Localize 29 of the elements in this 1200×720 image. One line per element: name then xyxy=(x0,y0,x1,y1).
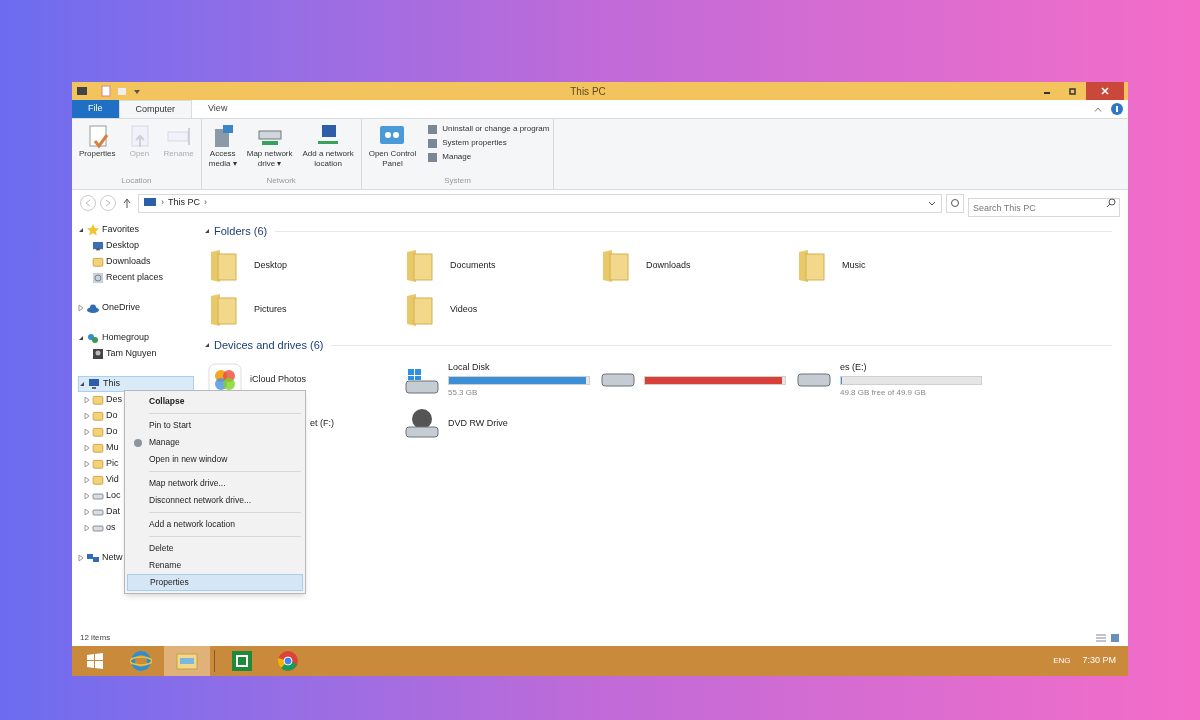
tree-label: Desktop xyxy=(106,239,140,253)
tree-label: Netw xyxy=(102,551,123,565)
tree-label: Do xyxy=(106,409,118,423)
language-indicator: ENG xyxy=(1053,655,1071,667)
drive-detail: 49.8 GB free of 49.9 GB xyxy=(840,387,927,400)
section-heading: Folders (6) xyxy=(214,223,268,239)
group-label: Location xyxy=(120,175,153,187)
tree-label: This xyxy=(103,377,120,391)
tree-label: Loc xyxy=(106,489,121,503)
status-text: 12 items xyxy=(80,632,111,644)
tree-label: Recent places xyxy=(106,271,164,285)
section-heading: Devices and drives (6) xyxy=(214,337,324,353)
tree-label: Do xyxy=(106,425,118,439)
tree-label: Downloads xyxy=(106,255,151,269)
group-label: Network xyxy=(265,175,297,187)
tree-label: Tam Nguyen xyxy=(106,347,157,361)
tree-label: Vid xyxy=(106,473,119,487)
window-title: This PC xyxy=(569,84,607,99)
tree-label: Favorites xyxy=(102,223,139,237)
tree-label: Mu xyxy=(106,441,119,455)
tree-label: Dat xyxy=(106,505,120,519)
clock-time: 7:30 PM xyxy=(1082,654,1116,668)
tree-label: OneDrive xyxy=(102,301,140,315)
drive-detail: 55.3 GB xyxy=(448,387,479,400)
tree-label: Pic xyxy=(106,457,119,471)
tree-label: Homegroup xyxy=(102,331,150,345)
tree-label: os xyxy=(106,521,116,535)
group-label: System xyxy=(443,175,472,187)
tree-label: Des xyxy=(106,393,122,407)
